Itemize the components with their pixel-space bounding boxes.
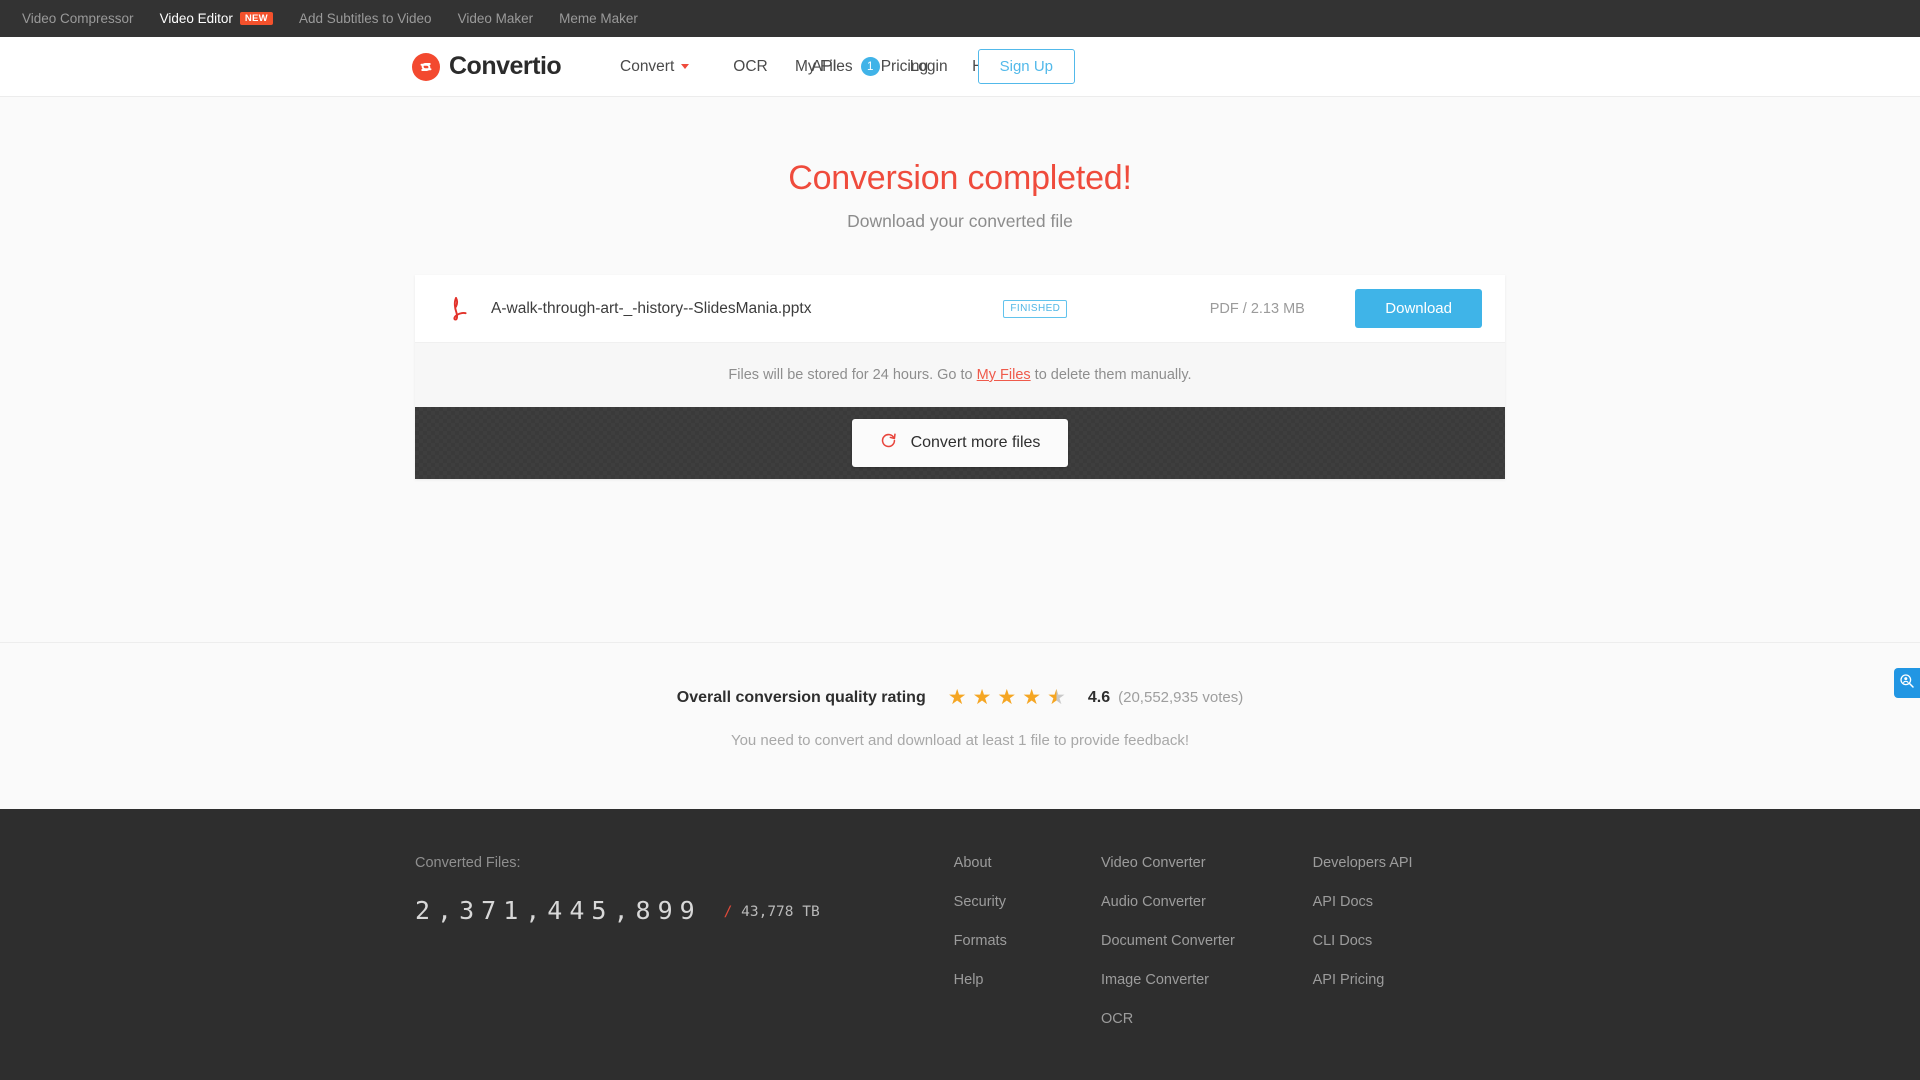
site-footer: Converted Files: 2,371,445,899 / 43,778 … (0, 809, 1920, 1080)
download-button[interactable]: Download (1355, 289, 1482, 328)
storage-notice: Files will be stored for 24 hours. Go to… (415, 342, 1505, 407)
footer-column-company: About Security Formats Help (954, 855, 1096, 1027)
file-name: A-walk-through-art-_-history--SlidesMani… (491, 299, 812, 317)
file-size: PDF / 2.13 MB (1209, 300, 1305, 317)
convert-more-files-button[interactable]: Convert more files (851, 419, 1069, 467)
feedback-note: You need to convert and download at leas… (730, 732, 1190, 749)
page-subtitle: Download your converted file (847, 211, 1073, 231)
footer-link-developers-api[interactable]: Developers API (1313, 855, 1505, 871)
rating-label: Overall conversion quality rating (676, 688, 926, 706)
footer-link-audio-converter[interactable]: Audio Converter (1101, 894, 1313, 910)
counter-value: 2,371,445,899 (415, 896, 702, 925)
chevron-down-icon (681, 64, 690, 69)
star-icon-3[interactable]: ★ (997, 687, 1016, 708)
person-search-icon (1899, 673, 1915, 694)
notice-text-before: Files will be stored for 24 hours. Go to (728, 367, 973, 383)
new-badge: NEW (239, 12, 273, 25)
file-row: A-walk-through-art-_-history--SlidesMani… (415, 275, 1505, 342)
counter-title: Converted Files: (415, 855, 521, 871)
footer-link-ocr[interactable]: OCR (1101, 1011, 1313, 1027)
rating-votes: (20,552,935 votes) (1118, 689, 1244, 706)
header-actions: My Files 1 Login Sign Up (795, 49, 1075, 84)
topbar-item-meme-maker[interactable]: Meme Maker (559, 11, 638, 26)
convertio-logo-icon (412, 52, 440, 81)
star-icon-5-half[interactable]: ★ (1047, 687, 1066, 708)
counter-total: / 43,778 TB (724, 904, 820, 920)
footer-column-developers: Developers API API Docs CLI Docs API Pri… (1313, 855, 1505, 1027)
footer-link-api-pricing[interactable]: API Pricing (1313, 972, 1505, 988)
star-icon-1[interactable]: ★ (948, 687, 967, 708)
status-badge: FINISHED (1003, 299, 1068, 318)
topbar-item-label: Video Maker (457, 11, 534, 26)
rating-score: 4.6 (1087, 688, 1111, 706)
footer-columns: Converted Files: 2,371,445,899 / 43,778 … (415, 855, 1505, 1027)
brand-name: Convertio (449, 52, 562, 80)
counter-row: 2,371,445,899 / 43,778 TB (415, 896, 954, 925)
footer-link-formats[interactable]: Formats (954, 933, 1096, 949)
convert-more-panel: Convert more files (415, 407, 1505, 479)
topbar-item-video-maker[interactable]: Video Maker (458, 11, 534, 26)
topbar-item-video-compressor[interactable]: Video Compressor (22, 11, 134, 26)
topbar-item-video-editor[interactable]: Video Editor NEW (160, 11, 273, 26)
page-title: Conversion completed! (788, 159, 1132, 197)
topbar-item-label: Video Editor (159, 11, 233, 26)
conversion-panel: A-walk-through-art-_-history--SlidesMani… (415, 275, 1505, 479)
topbar-item-label: Meme Maker (559, 11, 638, 26)
footer-link-cli-docs[interactable]: CLI Docs (1313, 933, 1505, 949)
refresh-icon (880, 432, 897, 454)
convert-more-files-label: Convert more files (910, 434, 1041, 451)
promo-topbar: Video Compressor Video Editor NEW Add Su… (0, 0, 1920, 37)
site-header: Convertio Convert OCR API Pricing Help M… (0, 37, 1920, 97)
login-link[interactable]: Login (910, 58, 948, 76)
footer-link-document-converter[interactable]: Document Converter (1101, 933, 1313, 949)
topbar-item-label: Video Compressor (22, 11, 134, 26)
login-label: Login (909, 57, 948, 75)
my-files-count-badge: 1 (860, 57, 880, 76)
logo[interactable]: Convertio (412, 52, 562, 81)
footer-link-help[interactable]: Help (954, 972, 1096, 988)
my-files-notice-link[interactable]: My Files (977, 367, 1031, 383)
main-stage: Conversion completed! Download your conv… (0, 97, 1920, 643)
pdf-file-icon (443, 294, 469, 324)
topbar-item-add-subtitles[interactable]: Add Subtitles to Video (299, 11, 432, 26)
notice-text-after: to delete them manually. (1034, 367, 1192, 383)
footer-link-video-converter[interactable]: Video Converter (1101, 855, 1313, 871)
nav-item-label: OCR (733, 57, 768, 75)
footer-link-about[interactable]: About (954, 855, 1096, 871)
nav-item-convert[interactable]: Convert (620, 57, 690, 76)
signup-button[interactable]: Sign Up (977, 49, 1075, 84)
nav-item-label: Convert (620, 57, 675, 75)
person-search-widget-button[interactable] (1894, 668, 1920, 698)
converted-files-counter: Converted Files: 2,371,445,899 / 43,778 … (415, 855, 954, 1027)
rating-section: Overall conversion quality rating ★ ★ ★ … (0, 643, 1920, 809)
footer-link-security[interactable]: Security (954, 894, 1096, 910)
footer-column-converters: Video Converter Audio Converter Document… (1101, 855, 1313, 1027)
rating-row: Overall conversion quality rating ★ ★ ★ … (0, 687, 1920, 708)
topbar-item-label: Add Subtitles to Video (298, 11, 432, 26)
counter-total-value: 43,778 TB (741, 904, 820, 920)
footer-link-image-converter[interactable]: Image Converter (1101, 972, 1313, 988)
star-rating[interactable]: ★ ★ ★ ★ ★ (948, 687, 1066, 708)
my-files-label: My Files (794, 57, 853, 75)
my-files-link[interactable]: My Files 1 (795, 57, 880, 76)
star-icon-4[interactable]: ★ (1022, 687, 1041, 708)
footer-link-api-docs[interactable]: API Docs (1313, 894, 1505, 910)
star-icon-2[interactable]: ★ (973, 687, 992, 708)
slash-separator: / (723, 904, 733, 920)
nav-item-ocr[interactable]: OCR (733, 58, 767, 76)
